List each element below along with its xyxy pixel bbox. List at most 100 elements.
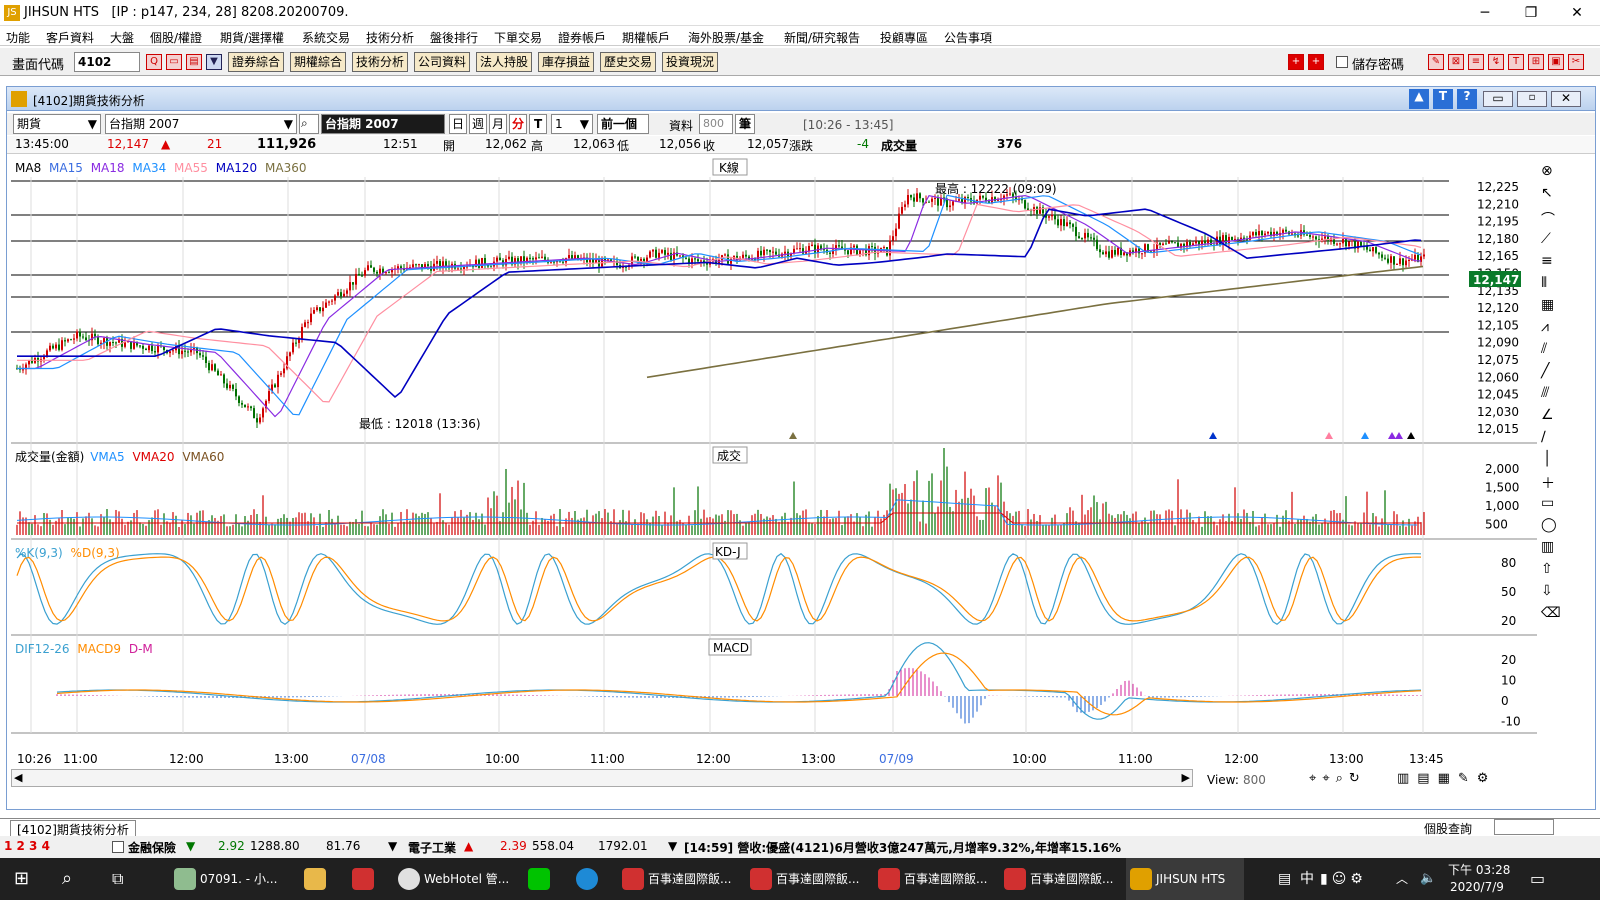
view-tools[interactable]: ⌖⌖⌕↻: [1309, 771, 1366, 786]
taskbar-item[interactable]: 百事達國際飯...: [1000, 858, 1122, 900]
folder-icon[interactable]: [304, 868, 326, 890]
news-ticker[interactable]: [14:59] 營收:優盛(4121)6月營收3億247萬元,月增率9.32%,…: [684, 839, 1121, 856]
line-icon[interactable]: [528, 868, 550, 890]
arc-icon[interactable]: ⌒: [1541, 209, 1555, 229]
chart-icon[interactable]: ▤: [186, 54, 202, 70]
sub-minimize-button[interactable]: ▭: [1483, 91, 1513, 107]
period-minute-button[interactable]: 分: [509, 114, 527, 134]
dropdown-icon[interactable]: ▼: [388, 839, 397, 853]
menu-item[interactable]: 海外股票/基金: [688, 29, 764, 46]
dropdown-icon[interactable]: ▼: [206, 54, 222, 70]
data-count-input[interactable]: 800: [699, 114, 733, 134]
swiss-icon[interactable]: +: [1288, 54, 1304, 70]
search-icon[interactable]: ⌕: [62, 858, 72, 900]
down-arrow-icon[interactable]: ⇩: [1541, 583, 1553, 599]
bars-icon[interactable]: ▥: [1541, 539, 1554, 555]
toolbar-button-investment[interactable]: 投資現況: [662, 52, 719, 72]
plus-icon[interactable]: ＋: [1541, 473, 1555, 493]
page-tabs[interactable]: 1 2 3 4: [4, 839, 50, 853]
ime-indicator[interactable]: 中: [1300, 858, 1314, 900]
ticker-checkbox[interactable]: [112, 841, 124, 853]
taskbar-item-active[interactable]: JIHSUN HTS: [1126, 858, 1244, 900]
angle-icon[interactable]: ∠: [1541, 407, 1554, 423]
home-icon[interactable]: [352, 868, 374, 890]
sub-restore-button[interactable]: ▫: [1517, 91, 1547, 107]
taskbar-item[interactable]: WebHotel 管...: [394, 858, 512, 900]
period-month-button[interactable]: 月: [489, 114, 507, 134]
task-view-icon[interactable]: ⧉: [112, 858, 123, 900]
taskbar-item[interactable]: 百事達國際飯...: [746, 858, 868, 900]
text-icon[interactable]: T: [1433, 89, 1453, 109]
period-week-button[interactable]: 週: [469, 114, 487, 134]
circle-x-icon[interactable]: ⊗: [1541, 163, 1553, 179]
interval-select[interactable]: 1 ▼: [551, 114, 593, 134]
toolbar-button-institution[interactable]: 法人持股: [476, 52, 533, 72]
toolbar-button-securities[interactable]: 證券綜合: [228, 52, 285, 72]
taskbar-item[interactable]: 07091. - 小...: [170, 858, 280, 900]
folder-icon[interactable]: ▭: [166, 54, 182, 70]
chart-area[interactable]: K線 成交 KD-J MACD MA8 MA15 MA18 MA34 MA55 …: [7, 157, 1595, 777]
eraser-icon[interactable]: ⌫: [1541, 605, 1561, 621]
tool-icon[interactable]: T: [1508, 54, 1524, 70]
dropdown-icon[interactable]: ▼: [668, 839, 677, 853]
menu-item[interactable]: 客戶資料: [46, 29, 94, 46]
notes-icon[interactable]: ▤: [1278, 858, 1291, 900]
scroll-right-icon[interactable]: ▶: [1182, 771, 1190, 784]
menu-item[interactable]: 證券帳戶: [558, 29, 606, 46]
period-day-button[interactable]: 日: [449, 114, 467, 134]
toolbar-button-technical[interactable]: 技術分析: [352, 52, 409, 72]
tool-icon[interactable]: ✎: [1428, 54, 1444, 70]
toolbar-button-history[interactable]: 歷史交易: [600, 52, 657, 72]
restore-button[interactable]: ❐: [1508, 2, 1554, 24]
ellipse-icon[interactable]: ◯: [1541, 517, 1557, 533]
tool-icon[interactable]: ≡: [1468, 54, 1484, 70]
slash-icon[interactable]: ∕: [1541, 429, 1546, 445]
tool-icon[interactable]: ✂: [1568, 54, 1584, 70]
cursor-icon[interactable]: ↖: [1541, 185, 1553, 201]
taskbar-item[interactable]: 百事達國際飯...: [874, 858, 996, 900]
sub-close-button[interactable]: ✕: [1551, 91, 1581, 107]
menu-item[interactable]: 期權帳戶: [622, 29, 670, 46]
tool-icon[interactable]: ▣: [1548, 54, 1564, 70]
taskbar-item[interactable]: 百事達國際飯...: [618, 858, 740, 900]
menu-item[interactable]: 功能: [6, 29, 30, 46]
menu-item[interactable]: 公告事項: [944, 29, 992, 46]
toolbar-button-inventory[interactable]: 庫存損益: [538, 52, 595, 72]
fan-icon[interactable]: ⩘: [1541, 319, 1549, 335]
edge-icon[interactable]: [576, 868, 598, 890]
code-input[interactable]: 4102: [74, 52, 140, 72]
prev-button[interactable]: 前一個: [597, 114, 649, 134]
windows-start-icon[interactable]: ⊞: [14, 858, 29, 900]
save-password-checkbox[interactable]: [1336, 56, 1348, 68]
trend-icon[interactable]: ╱: [1541, 363, 1549, 379]
minimize-button[interactable]: ─: [1462, 2, 1508, 24]
tool-icon[interactable]: ↯: [1488, 54, 1504, 70]
stock-query-input[interactable]: [1494, 819, 1554, 835]
menu-item[interactable]: 盤後排行: [430, 29, 478, 46]
line-icon[interactable]: ⟋: [1541, 231, 1551, 247]
search-icon[interactable]: ⌕: [299, 114, 319, 134]
swiss-icon[interactable]: +: [1308, 54, 1324, 70]
menu-item[interactable]: 技術分析: [366, 29, 414, 46]
tool-icon[interactable]: ⊠: [1448, 54, 1464, 70]
search-icon[interactable]: Q: [146, 54, 162, 70]
toolbar-button-company[interactable]: 公司資料: [414, 52, 471, 72]
view-value[interactable]: 800: [1243, 773, 1266, 787]
menu-item[interactable]: 系統交易: [302, 29, 350, 46]
unit-button[interactable]: 筆: [735, 114, 755, 134]
market-select[interactable]: 期貨 ▼: [13, 114, 101, 134]
view-options[interactable]: ▥▤▦✎⚙: [1397, 771, 1496, 786]
period-tick-button[interactable]: T: [529, 114, 547, 134]
horizontal-scrollbar[interactable]: ◀ ▶: [11, 769, 1193, 787]
up-arrow-icon[interactable]: ▲: [1409, 89, 1429, 109]
chevron-up-icon[interactable]: ︿: [1396, 858, 1408, 900]
toolbar-button-futures[interactable]: 期權綜合: [290, 52, 347, 72]
up-arrow-icon[interactable]: ⇧: [1541, 561, 1553, 577]
help-icon[interactable]: ?: [1457, 89, 1477, 109]
close-button[interactable]: ✕: [1554, 2, 1600, 24]
channel-icon[interactable]: ⫽: [1541, 341, 1547, 357]
rect-icon[interactable]: ▭: [1541, 495, 1554, 511]
tray-icons[interactable]: ▮☺⚙: [1320, 858, 1367, 900]
vlines-icon[interactable]: ⦀: [1541, 275, 1547, 291]
volume-icon[interactable]: 🔈: [1420, 858, 1436, 900]
